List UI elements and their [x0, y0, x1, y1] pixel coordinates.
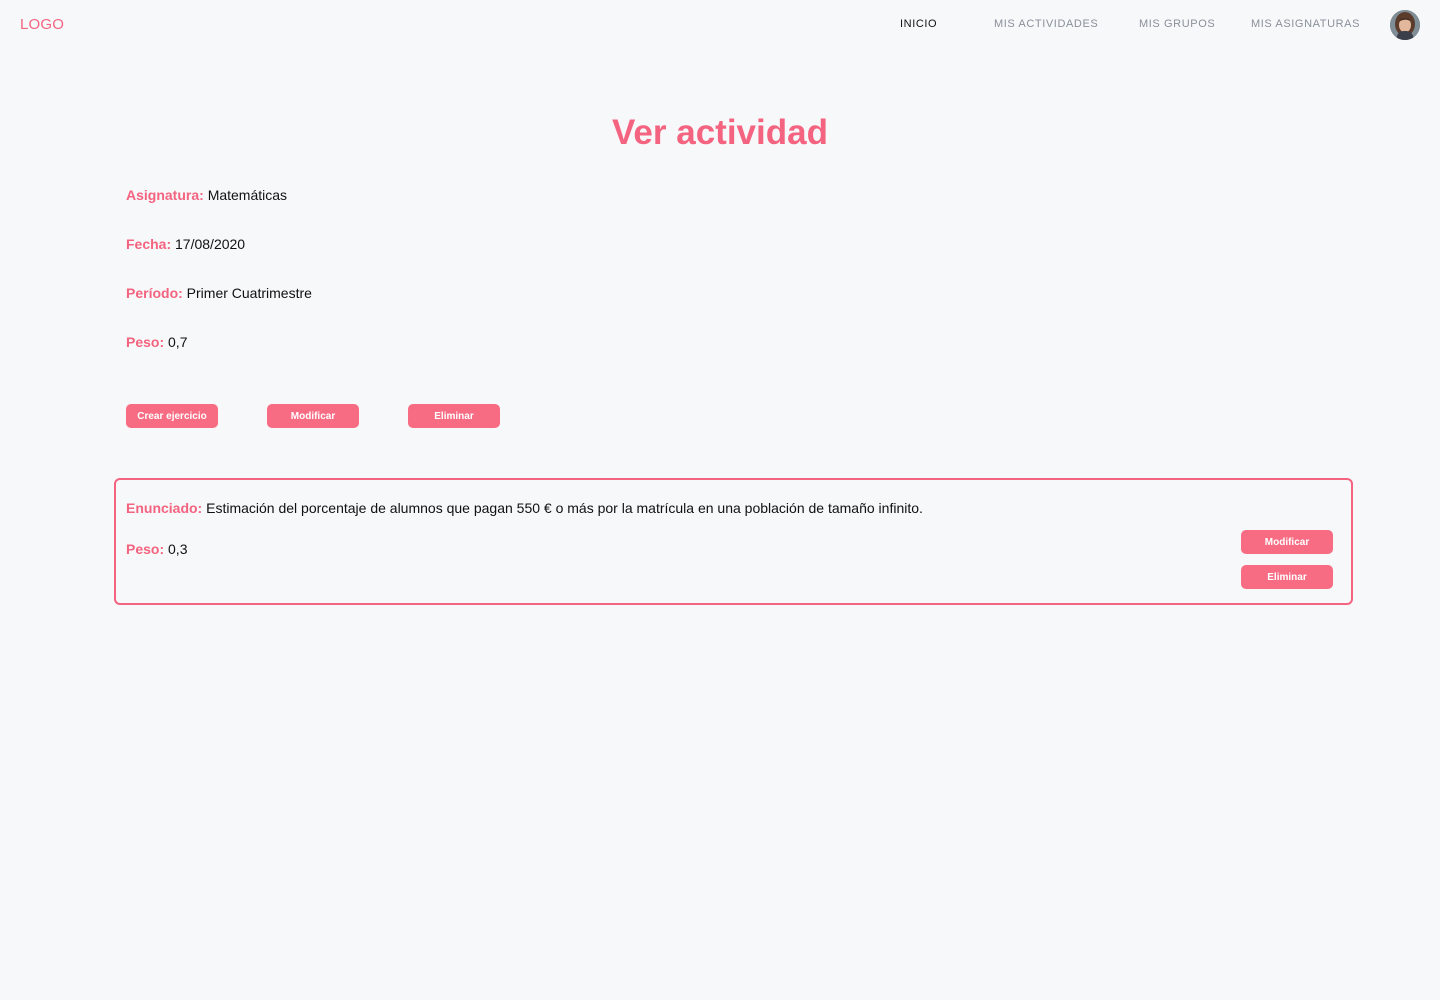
field-label: Asignatura:	[126, 187, 204, 203]
nav-item-mis-asignaturas[interactable]: MIS ASIGNATURAS	[1251, 18, 1360, 30]
field-value: Matemáticas	[207, 187, 288, 203]
field-peso: Peso: 0,7	[126, 334, 187, 350]
nav-item-mis-actividades[interactable]: MIS ACTIVIDADES	[994, 18, 1098, 30]
exercise-weight: Peso: 0,3	[126, 541, 187, 557]
field-label: Fecha:	[126, 236, 172, 252]
page-title: Ver actividad	[612, 113, 828, 152]
field-label: Período:	[126, 285, 183, 301]
delete-exercise-button[interactable]: Eliminar	[1241, 565, 1333, 589]
modify-exercise-button[interactable]: Modificar	[1241, 530, 1333, 554]
field-periodo: Período: Primer Cuatrimestre	[126, 285, 312, 301]
create-exercise-button[interactable]: Crear ejercicio	[126, 404, 218, 428]
field-value: 0,7	[168, 334, 188, 350]
field-asignatura: Asignatura: Matemáticas	[126, 187, 287, 203]
user-avatar-icon	[1390, 10, 1420, 40]
modify-activity-button[interactable]: Modificar	[267, 404, 359, 428]
page: LOGO INICIO MIS ACTIVIDADES MIS GRUPOS M…	[0, 0, 1440, 1000]
statement-text: Estimación del porcentaje de alumnos que…	[206, 500, 923, 516]
delete-activity-button[interactable]: Eliminar	[408, 404, 500, 428]
exercise-statement: Enunciado: Estimación del porcentaje de …	[126, 500, 923, 516]
statement-label: Enunciado:	[126, 500, 203, 516]
exercise-card: Enunciado: Estimación del porcentaje de …	[114, 478, 1353, 605]
weight-value: 0,3	[168, 541, 188, 557]
field-fecha: Fecha: 17/08/2020	[126, 236, 245, 252]
field-label: Peso:	[126, 334, 165, 350]
field-value: 17/08/2020	[175, 236, 246, 252]
nav-item-inicio[interactable]: INICIO	[900, 18, 937, 30]
field-value: Primer Cuatrimestre	[186, 285, 312, 301]
user-avatar[interactable]	[1390, 10, 1420, 40]
weight-label: Peso:	[126, 541, 165, 557]
nav-item-mis-grupos[interactable]: MIS GRUPOS	[1139, 18, 1215, 30]
logo[interactable]: LOGO	[20, 16, 64, 33]
